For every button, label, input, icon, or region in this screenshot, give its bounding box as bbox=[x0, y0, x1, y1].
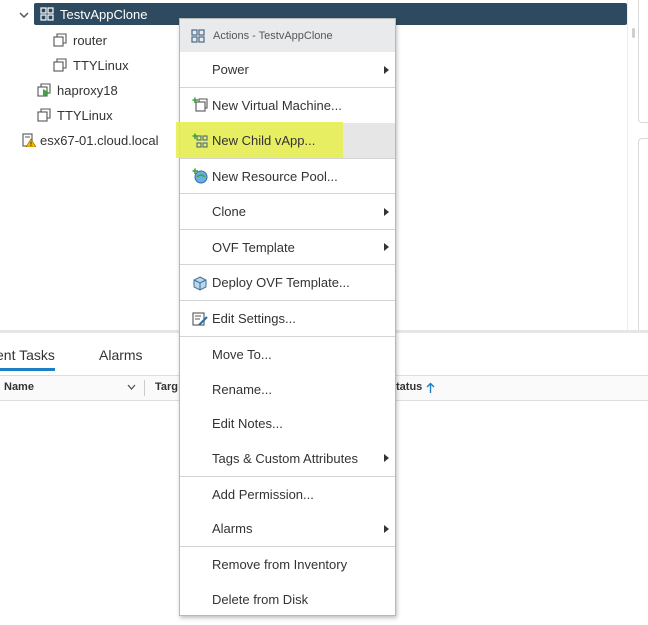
edit-settings-icon bbox=[192, 311, 208, 326]
resource-pool-icon bbox=[192, 168, 208, 184]
tree-item-ttylinux-2[interactable]: TTYLinux bbox=[37, 104, 113, 126]
menu-item-label: Power bbox=[212, 62, 249, 77]
menu-item-ovf-template[interactable]: OVF Template bbox=[180, 230, 395, 264]
vm-powered-on-icon bbox=[37, 83, 51, 97]
deploy-ovf-icon bbox=[193, 275, 207, 291]
column-header-status[interactable]: tatus bbox=[396, 381, 422, 393]
menu-item-alarms[interactable]: Alarms bbox=[180, 511, 395, 546]
scrollbar-thumb[interactable] bbox=[632, 28, 635, 38]
menu-item-rename[interactable]: Rename... bbox=[180, 372, 395, 407]
menu-item-remove-from-inventory[interactable]: Remove from Inventory bbox=[180, 547, 395, 582]
menu-item-new-virtual-machine[interactable]: New Virtual Machine... bbox=[180, 88, 395, 122]
vapp-icon bbox=[191, 28, 205, 43]
new-vm-icon bbox=[192, 97, 208, 112]
chevron-down-icon[interactable] bbox=[18, 9, 30, 21]
menu-item-label: Deploy OVF Template... bbox=[212, 275, 350, 290]
menu-item-edit-settings[interactable]: Edit Settings... bbox=[180, 301, 395, 336]
menu-item-label: Move To... bbox=[212, 347, 272, 362]
column-divider[interactable] bbox=[144, 380, 145, 396]
tree-item-label: haproxy18 bbox=[57, 82, 118, 98]
submenu-arrow-icon bbox=[384, 524, 389, 533]
column-header-name[interactable]: Name bbox=[4, 381, 34, 393]
submenu-arrow-icon bbox=[384, 243, 389, 251]
host-warning-icon bbox=[22, 133, 36, 147]
tree-item-label: TestvAppClone bbox=[60, 6, 148, 22]
menu-item-label: Remove from Inventory bbox=[212, 557, 348, 572]
submenu-arrow-icon bbox=[384, 65, 389, 74]
submenu-arrow-icon bbox=[384, 207, 389, 216]
tree-item-ttylinux[interactable]: TTYLinux bbox=[53, 54, 129, 76]
menu-item-deploy-ovf-template[interactable]: Deploy OVF Template... bbox=[180, 265, 395, 300]
actions-context-menu: Actions - TestvAppClone Power New Virtua… bbox=[176, 18, 396, 616]
tree-item-label: router bbox=[73, 32, 107, 48]
menu-item-label: New Virtual Machine... bbox=[212, 97, 342, 113]
menu-item-label: New Child vApp... bbox=[212, 133, 316, 148]
menu-item-power[interactable]: Power bbox=[180, 52, 395, 87]
menu-item-label: Delete from Disk bbox=[212, 591, 309, 607]
menu-item-clone[interactable]: Clone bbox=[180, 194, 395, 229]
vapp-icon bbox=[40, 7, 54, 21]
sort-ascending-icon[interactable] bbox=[426, 382, 435, 394]
menu-item-new-resource-pool[interactable]: New Resource Pool... bbox=[180, 159, 395, 193]
tab-recent-tasks[interactable]: ent Tasks bbox=[0, 347, 55, 371]
menu-item-label: Edit Notes... bbox=[212, 416, 283, 431]
vm-icon bbox=[37, 108, 51, 122]
menu-item-tags-custom-attributes[interactable]: Tags & Custom Attributes bbox=[180, 440, 395, 476]
vm-icon bbox=[53, 58, 67, 72]
tree-item-label: esx67-01.cloud.local bbox=[40, 132, 159, 148]
menu-item-label: Alarms bbox=[212, 521, 253, 536]
menu-item-add-permission[interactable]: Add Permission... bbox=[180, 477, 395, 511]
menu-item-label: Clone bbox=[212, 204, 246, 219]
submenu-arrow-icon bbox=[384, 454, 389, 462]
menu-item-label: Rename... bbox=[212, 382, 272, 397]
column-header-target[interactable]: Targ bbox=[155, 381, 178, 393]
side-panel-card bbox=[638, 0, 648, 123]
menu-item-label: OVF Template bbox=[212, 239, 295, 255]
menu-item-move-to[interactable]: Move To... bbox=[180, 337, 395, 372]
vm-icon bbox=[53, 33, 67, 47]
side-panel-card bbox=[638, 138, 648, 333]
menu-title: Actions - TestvAppClone bbox=[213, 29, 333, 42]
tab-alarms[interactable]: Alarms bbox=[99, 347, 143, 363]
menu-item-new-child-vapp[interactable]: New Child vApp... bbox=[176, 122, 395, 158]
menu-item-label: New Resource Pool... bbox=[212, 168, 338, 184]
tree-item-haproxy18[interactable]: haproxy18 bbox=[37, 79, 118, 101]
tree-item-router[interactable]: router bbox=[53, 29, 107, 51]
menu-item-label: Add Permission... bbox=[212, 486, 314, 502]
tree-item-esx-host[interactable]: esx67-01.cloud.local bbox=[22, 129, 159, 151]
menu-item-edit-notes[interactable]: Edit Notes... bbox=[180, 407, 395, 440]
menu-item-label: Tags & Custom Attributes bbox=[212, 450, 358, 466]
menu-item-delete-from-disk[interactable]: Delete from Disk bbox=[180, 582, 395, 616]
tree-item-label: TTYLinux bbox=[57, 107, 113, 123]
chevron-down-icon[interactable] bbox=[127, 384, 136, 391]
menu-header: Actions - TestvAppClone bbox=[180, 19, 395, 52]
new-vapp-icon bbox=[192, 133, 208, 148]
menu-item-label: Edit Settings... bbox=[212, 311, 296, 326]
tree-item-label: TTYLinux bbox=[73, 57, 129, 73]
